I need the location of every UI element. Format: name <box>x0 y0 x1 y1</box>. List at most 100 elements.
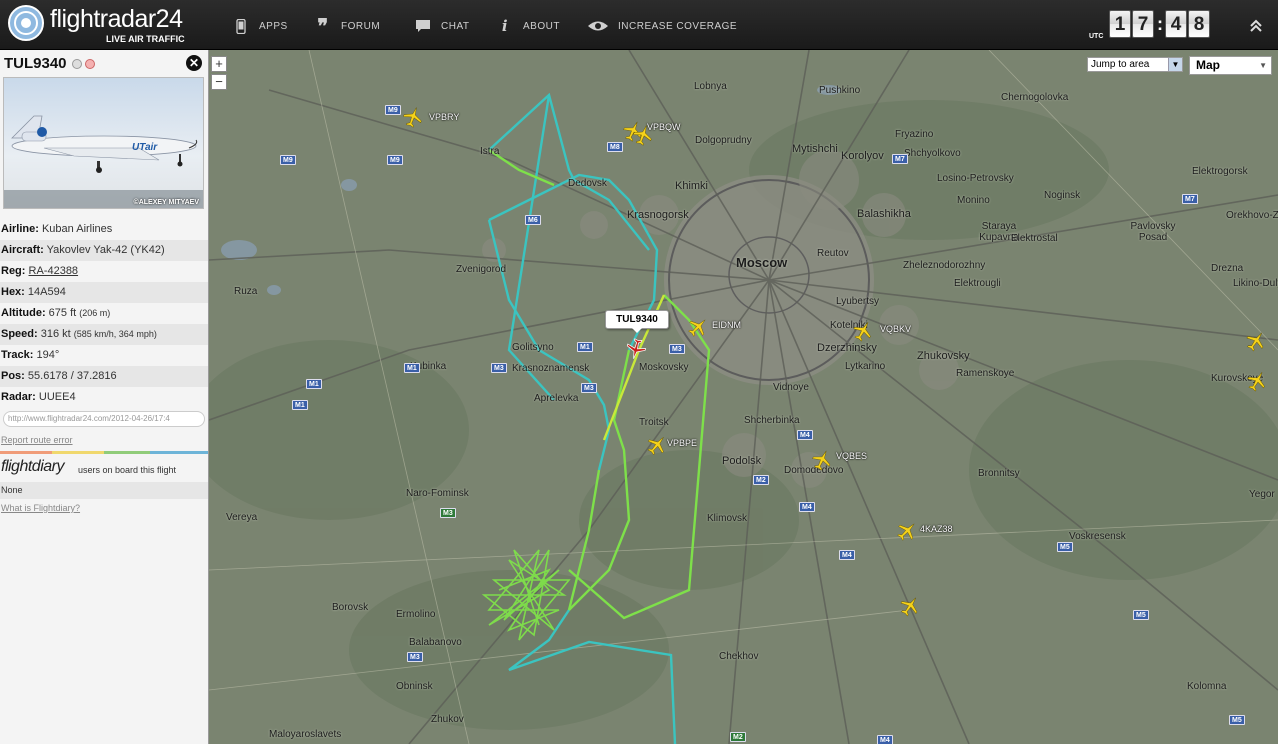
city-label: Borovsk <box>332 602 369 613</box>
city-label: Zvenigorod <box>456 264 507 275</box>
zoom-out-button[interactable]: − <box>211 74 227 90</box>
road-shield: M4 <box>877 735 893 744</box>
city-label: Zheleznodorozhny <box>903 260 986 271</box>
clock-digit: 8 <box>1188 10 1210 38</box>
city-label: Krasnoznamensk <box>512 363 590 374</box>
what-is-flightdiary-link[interactable]: What is Flightdiary? <box>1 503 80 513</box>
city-label: Lyubertsy <box>836 296 879 307</box>
collapse-header-icon[interactable] <box>1248 18 1264 34</box>
road-shield: M8 <box>607 142 623 152</box>
city-label: Reutov <box>817 248 849 259</box>
jump-to-area-value: Jump to area <box>1091 59 1150 70</box>
aircraft-icon[interactable] <box>687 316 709 338</box>
city-label: Chekhov <box>719 651 759 662</box>
aircraft-icon[interactable] <box>402 106 424 128</box>
detail-value: 55.6178 / 37.2816 <box>27 370 117 382</box>
detail-radar: Radar: UUEE4 <box>0 387 208 408</box>
detail-speed: Speed: 316 kt (585 km/h, 364 mph) <box>0 324 208 345</box>
city-label: Aprelevka <box>534 393 579 404</box>
aircraft-label[interactable]: EIDNM <box>712 320 741 330</box>
road-shield: M2 <box>753 475 769 485</box>
nav-apps[interactable]: APPS <box>232 17 288 35</box>
flightdiary-logo[interactable]: flightdiary <box>1 458 64 476</box>
report-route-error-link[interactable]: Report route error <box>1 435 73 445</box>
city-label: Moscow <box>736 255 788 270</box>
map-view[interactable]: + − Jump to area ▼ Map ▼ Lobnya Pushkino Che… <box>209 50 1278 744</box>
city-label: Pavlovsky Posad <box>1130 221 1176 243</box>
detail-label: Airline: <box>1 223 39 235</box>
top-bar: flightradar24 LIVE AIR TRAFFIC APPS ❞ FOR… <box>0 0 1278 50</box>
road-shield: M2 <box>730 732 746 742</box>
city-label: Yegor <box>1249 489 1275 500</box>
road-shield: M1 <box>306 379 322 389</box>
nav-increase-coverage[interactable]: INCREASE COVERAGE <box>587 17 737 35</box>
quote-icon: ❞ <box>317 14 329 38</box>
city-label: Troitsk <box>639 417 669 428</box>
jump-to-area-select[interactable]: Jump to area ▼ <box>1087 57 1183 72</box>
color-divider <box>0 451 208 454</box>
aircraft-icon[interactable] <box>632 124 654 146</box>
city-label: Vidnoye <box>773 382 809 393</box>
city-label: Krasnogorsk <box>627 209 689 221</box>
aircraft-icon[interactable] <box>852 320 874 342</box>
city-label: Shchyolkovo <box>904 148 961 159</box>
detail-value: Yakovlev Yak-42 (YK42) <box>46 244 165 256</box>
nav-apps-label: APPS <box>259 20 288 32</box>
aircraft-icon[interactable] <box>1245 330 1267 352</box>
nav-chat[interactable]: CHAT <box>414 17 469 35</box>
road-shield: M3 <box>669 344 685 354</box>
aircraft-icon[interactable] <box>646 434 668 456</box>
city-label: Elektrogorsk <box>1192 166 1248 177</box>
city-label: Fryazino <box>895 129 934 140</box>
detail-label: Track: <box>1 349 34 361</box>
close-panel-button[interactable]: ✕ <box>186 55 202 71</box>
utc-clock: UTC 1 7 : 4 8 <box>1089 9 1211 40</box>
detail-position: Pos: 55.6178 / 37.2816 <box>0 366 208 387</box>
chevron-down-icon: ▼ <box>1259 61 1267 70</box>
map-type-select[interactable]: Map ▼ <box>1189 56 1272 75</box>
permalink-field[interactable]: http://www.flightradar24.com/2012-04-26/… <box>3 411 205 427</box>
registration-link[interactable]: RA-42388 <box>29 265 79 277</box>
road-shield: M9 <box>387 155 403 165</box>
city-label: Likino-Dulyovo <box>1233 278 1278 289</box>
nav-increase-coverage-label: INCREASE COVERAGE <box>618 20 738 32</box>
city-label: Elektrostal <box>1011 233 1058 244</box>
city-label: Bronnitsy <box>978 468 1020 479</box>
detail-value: 194° <box>36 349 60 361</box>
city-label: Elektrougli <box>954 278 1001 289</box>
city-label: Voskresensk <box>1069 531 1126 542</box>
aircraft-icon[interactable] <box>811 449 833 471</box>
aircraft-label[interactable]: VPBPE <box>667 438 697 448</box>
detail-label: Hex: <box>1 286 25 298</box>
aircraft-icon[interactable] <box>896 520 918 542</box>
city-label: Chernogolovka <box>1001 92 1069 103</box>
aircraft-photo[interactable]: UTair ©ALEXEY MITYAEV <box>3 77 204 209</box>
aircraft-label[interactable]: VQBKV <box>880 324 911 334</box>
aircraft-label[interactable]: VQBES <box>836 451 867 461</box>
clock-digit: 7 <box>1132 10 1154 38</box>
brand-tagline: LIVE AIR TRAFFIC <box>106 34 185 44</box>
road-shield: M4 <box>839 550 855 560</box>
aircraft-icon[interactable] <box>899 595 921 617</box>
city-label: Kolomna <box>1187 681 1227 692</box>
remove-circle-icon[interactable] <box>85 59 95 69</box>
logo[interactable]: flightradar24 LIVE AIR TRAFFIC <box>4 3 204 47</box>
info-circle-icon[interactable] <box>72 59 82 69</box>
nav-forum[interactable]: ❞ FORUM <box>314 14 380 38</box>
globe-logo-icon <box>8 5 44 41</box>
zoom-in-button[interactable]: + <box>211 56 227 72</box>
road-shield: M1 <box>404 363 420 373</box>
city-label: Noginsk <box>1044 190 1081 201</box>
selected-aircraft-icon[interactable] <box>625 338 647 360</box>
aircraft-label[interactable]: 4KAZ38 <box>920 524 953 534</box>
road-shield: M3 <box>491 363 507 373</box>
selected-flight-tooltip[interactable]: TUL9340 <box>605 310 669 333</box>
city-label: Ruza <box>234 286 258 297</box>
nav-about[interactable]: i ABOUT <box>496 17 560 35</box>
detail-label: Reg: <box>1 265 26 277</box>
aircraft-icon[interactable] <box>1246 370 1268 392</box>
road-shield: M5 <box>1057 542 1073 552</box>
brand-name: flightradar24 <box>50 5 183 33</box>
aircraft-label[interactable]: VPBRY <box>429 112 459 122</box>
city-label: Obninsk <box>396 681 433 692</box>
